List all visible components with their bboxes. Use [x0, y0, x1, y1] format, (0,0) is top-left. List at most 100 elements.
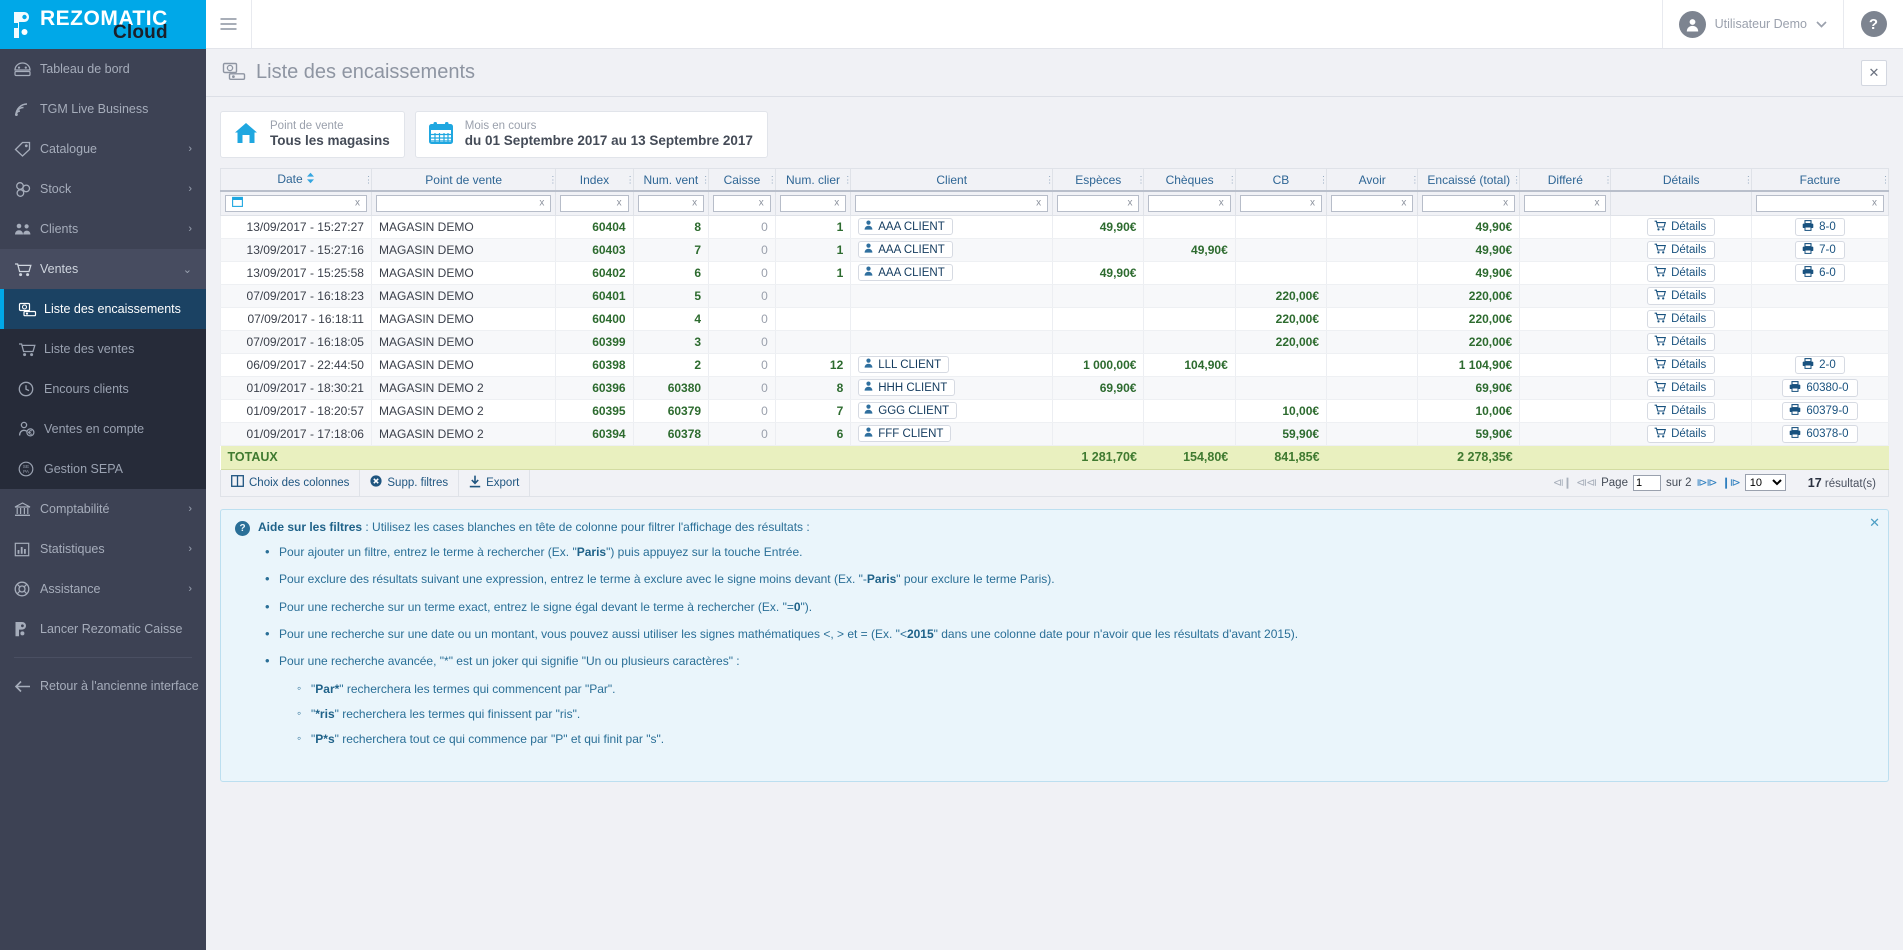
help-button[interactable]: ? [1843, 0, 1903, 48]
page-size-select[interactable]: 102550100 [1744, 474, 1786, 492]
column-resize-handle[interactable]: ⋮⋮ [1881, 175, 1887, 184]
sidebar-item-liste-des-encaissements[interactable]: Liste des encaissements [0, 289, 206, 329]
filter-input-ch-ques[interactable] [1148, 194, 1231, 212]
sidebar-item-liste-des-ventes[interactable]: Liste des ventes [0, 329, 206, 369]
table-row[interactable]: 01/09/2017 - 18:30:21 MAGASIN DEMO 2 60396… [220, 376, 1890, 400]
column-header-caisse[interactable]: Caisse ⋮⋮ [708, 168, 776, 192]
column-header-esp-ces[interactable]: Espèces ⋮⋮ [1052, 168, 1145, 192]
filter-input-index[interactable] [560, 194, 629, 212]
details-button[interactable]: Détails [1647, 286, 1716, 305]
table-row[interactable]: 01/09/2017 - 18:20:57 MAGASIN DEMO 2 60395… [220, 399, 1890, 423]
table-row[interactable]: 07/09/2017 - 16:18:23 MAGASIN DEMO 60401 5 0… [220, 284, 1890, 308]
sidebar-item-ventes[interactable]: Ventes ⌄ [0, 249, 206, 289]
facture-button[interactable]: 60380-0 [1782, 378, 1858, 397]
table-row[interactable]: 07/09/2017 - 16:18:05 MAGASIN DEMO 60399 3 0… [220, 330, 1890, 354]
column-header-client[interactable]: Client ⋮⋮ [850, 168, 1054, 192]
column-header-avoir[interactable]: Avoir ⋮⋮ [1326, 168, 1419, 192]
client-badge[interactable]: AAA CLIENT [858, 218, 953, 236]
facture-button[interactable]: 2-0 [1795, 355, 1845, 374]
client-badge[interactable]: GGG CLIENT [858, 402, 958, 420]
client-badge[interactable]: AAA CLIENT [858, 241, 953, 259]
details-button[interactable]: Détails [1647, 424, 1716, 443]
table-row[interactable]: 13/09/2017 - 15:27:16 MAGASIN DEMO 60403 7 0… [220, 238, 1890, 262]
filter-input-date[interactable] [225, 194, 367, 212]
sidebar-item-encours-clients[interactable]: Encours clients [0, 369, 206, 409]
table-row[interactable]: 13/09/2017 - 15:25:58 MAGASIN DEMO 60402 6 0… [220, 261, 1890, 285]
column-header-cb[interactable]: CB ⋮⋮ [1234, 168, 1328, 192]
filter-input-esp-ces[interactable] [1057, 194, 1140, 212]
sidebar-item-stock[interactable]: Stock › [0, 169, 206, 209]
facture-button[interactable]: 6-0 [1795, 263, 1845, 282]
column-header-d-tails[interactable]: Détails ⋮⋮ [1610, 168, 1752, 192]
details-button[interactable]: Détails [1647, 309, 1716, 328]
sidebar-item-retour-ancienne-interface[interactable]: Retour à l'ancienne interface [0, 666, 206, 706]
sidebar-item-catalogue[interactable]: Catalogue › [0, 129, 206, 169]
filter-input-avoir[interactable] [1331, 194, 1414, 212]
column-resize-handle[interactable]: ⋮⋮ [1045, 175, 1052, 184]
details-button[interactable]: Détails [1647, 378, 1716, 397]
sidebar-item-lancer-rezomatic-caisse[interactable]: Lancer Rezomatic Caisse [0, 609, 206, 649]
sidebar-item-ventes-en-compte[interactable]: Ventes en compte [0, 409, 206, 449]
column-header-point-de-vente[interactable]: Point de vente ⋮⋮ [370, 168, 557, 192]
export-button[interactable]: Export [459, 469, 531, 496]
sidebar-item-clients[interactable]: Clients › [0, 209, 206, 249]
column-header-differ[interactable]: Differé ⋮⋮ [1519, 168, 1612, 192]
page-number-input[interactable] [1632, 474, 1661, 491]
facture-button[interactable]: 8-0 [1795, 217, 1845, 236]
hamburger-icon[interactable] [206, 0, 252, 48]
filter-input-num-vent[interactable] [637, 194, 705, 212]
column-resize-handle[interactable]: ⋮⋮ [1512, 175, 1519, 184]
filter-input-encaiss-total[interactable] [1422, 194, 1516, 212]
filter-input-cb[interactable] [1239, 194, 1323, 212]
client-badge[interactable]: HHH CLIENT [858, 379, 956, 397]
client-badge[interactable]: LLL CLIENT [858, 356, 950, 374]
facture-button[interactable]: 60379-0 [1782, 401, 1858, 420]
column-resize-handle[interactable]: ⋮⋮ [1410, 175, 1416, 184]
column-resize-handle[interactable]: ⋮⋮ [1319, 175, 1325, 184]
column-resize-handle[interactable]: ⋮⋮ [843, 175, 849, 184]
close-icon[interactable]: ✕ [1861, 59, 1887, 86]
details-button[interactable]: Détails [1647, 332, 1716, 351]
column-resize-handle[interactable]: ⋮⋮ [701, 175, 707, 184]
column-resize-handle[interactable]: ⋮⋮ [768, 175, 775, 184]
sidebar-item-tgm-live-business[interactable]: TGM Live Business [0, 89, 206, 129]
column-header-encaiss-total[interactable]: Encaissé (total)⋮⋮ [1417, 168, 1521, 192]
column-header-ch-ques[interactable]: Chèques ⋮⋮ [1143, 168, 1236, 192]
sidebar-item-tableau-de-bord[interactable]: Tableau de bord [0, 49, 206, 89]
facture-button[interactable]: 7-0 [1795, 240, 1845, 259]
last-page-button[interactable]: ❙⧐ [1722, 476, 1741, 489]
details-button[interactable]: Détails [1647, 355, 1716, 374]
column-resize-handle[interactable]: ⋮⋮ [1603, 175, 1609, 184]
column-resize-handle[interactable]: ⋮⋮ [626, 175, 632, 184]
filter-input-point-de-vente[interactable] [375, 194, 552, 212]
column-header-date[interactable]: Date ⋮⋮ [220, 168, 372, 192]
column-resize-handle[interactable]: ⋮⋮ [1228, 175, 1234, 184]
column-header-index[interactable]: Index ⋮⋮ [555, 168, 634, 192]
column-resize-handle[interactable]: ⋮⋮ [364, 175, 371, 184]
brand-logo-area[interactable]: REZOMATIC Cloud [0, 0, 206, 49]
column-header-facture[interactable]: Facture ⋮⋮ [1750, 168, 1890, 192]
filter-input-facture[interactable] [1755, 194, 1884, 212]
sidebar-item-assistance[interactable]: Assistance › [0, 569, 206, 609]
client-badge[interactable]: AAA CLIENT [858, 264, 953, 282]
choix-des-colonnes-button[interactable]: Choix des colonnes [221, 469, 361, 496]
prev-page-button[interactable]: ⧏⧏ [1576, 476, 1597, 489]
periode-filter[interactable]: Mois en cours du 01 Septembre 2017 au 13… [414, 111, 768, 159]
sidebar-item-comptabilite[interactable]: Comptabilité › [0, 489, 206, 529]
table-row[interactable]: 13/09/2017 - 15:27:27 MAGASIN DEMO 60404 8 0… [220, 215, 1890, 239]
user-menu[interactable]: Utilisateur Demo [1661, 0, 1843, 48]
sort-icon[interactable] [306, 172, 315, 187]
column-resize-handle[interactable]: ⋮⋮ [548, 175, 554, 184]
filter-input-client[interactable] [855, 194, 1049, 212]
first-page-button[interactable]: ⧏❙ [1553, 476, 1572, 489]
facture-button[interactable]: 60378-0 [1782, 424, 1858, 443]
filter-input-num-clier[interactable] [779, 194, 847, 212]
filter-input-differ[interactable] [1524, 194, 1607, 212]
next-page-button[interactable]: ⧐⧐ [1697, 476, 1718, 489]
client-badge[interactable]: FFF CLIENT [858, 425, 952, 443]
details-button[interactable]: Détails [1647, 263, 1716, 282]
column-resize-handle[interactable]: ⋮⋮ [1136, 175, 1142, 184]
column-header-num-vent[interactable]: Num. vent⋮⋮ [632, 168, 710, 192]
close-icon[interactable]: ✕ [1869, 515, 1880, 531]
point-de-vente-filter[interactable]: Point de vente Tous les magasins [220, 111, 405, 159]
